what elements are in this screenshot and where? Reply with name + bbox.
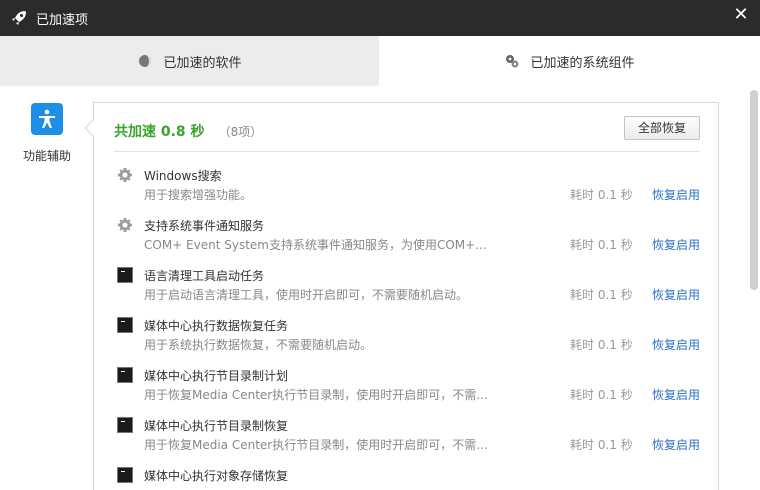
cmd-icon (117, 317, 133, 333)
title-bar: 已加速项 ✕ (0, 0, 760, 36)
restore-enable-link[interactable]: 恢复启用 (652, 436, 700, 453)
list-item: 媒体中心执行对象存储恢复 (94, 453, 718, 490)
item-name: 语言清理工具启动任务 (144, 269, 265, 283)
accelerated-items-panel: 共加速 0.8 秒 （8项） 全部恢复 Windows搜索 用于搜索增强功能。 … (84, 102, 719, 490)
item-name: 媒体中心执行数据恢复任务 (144, 319, 289, 333)
tab-accelerated-components[interactable]: 已加速的系统组件 (379, 36, 760, 86)
window-title: 已加速项 (36, 13, 89, 28)
item-time: 耗时 0.1 秒 (570, 388, 633, 402)
list-item: 媒体中心执行节目录制恢复 用于恢复Media Center执行节目录制，使用时开… (94, 403, 718, 453)
item-description: 用于恢复Media Center执行节目录制，使用时开启即可，不需... (144, 388, 488, 402)
cmd-icon (117, 267, 133, 283)
item-time: 耗时 0.1 秒 (570, 338, 633, 352)
components-icon (506, 55, 519, 68)
restore-all-button[interactable]: 全部恢复 (624, 116, 700, 140)
sidebar-item-accessibility[interactable]: 功能辅助 (18, 103, 76, 164)
summary-total: 共加速 0.8 秒 (114, 124, 205, 140)
list-item: 语言清理工具启动任务 用于启动语言清理工具，使用时开启即可，不需要随机启动。 耗… (94, 253, 718, 303)
scrollbar-thumb[interactable] (750, 90, 758, 290)
cmd-icon (117, 467, 133, 483)
item-description: COM+ Event System支持系统事件通知服务，为使用COM+... (144, 238, 487, 252)
item-time: 耗时 0.1 秒 (570, 238, 633, 252)
summary: 共加速 0.8 秒 （8项） (114, 121, 262, 141)
gear-icon (118, 168, 132, 182)
cmd-icon (117, 417, 133, 433)
sidebar-item-label: 功能辅助 (22, 149, 71, 163)
tab-bar: 已加速的软件 已加速的系统组件 (0, 36, 760, 86)
item-name: 媒体中心执行对象存储恢复 (144, 469, 289, 483)
list-item: 媒体中心执行数据恢复任务 用于系统执行数据恢复，不需要随机启动。 耗时 0.1 … (94, 303, 718, 353)
list-item: Windows搜索 用于搜索增强功能。 耗时 0.1 秒 恢复启用 (94, 153, 718, 203)
accessibility-icon (31, 103, 63, 135)
tab-label: 已加速的系统组件 (530, 55, 635, 71)
cmd-icon (117, 367, 133, 383)
rocket-icon (12, 11, 26, 25)
list-item: 媒体中心执行节目录制计划 用于恢复Media Center执行节目录制，使用时开… (94, 353, 718, 403)
restore-enable-link[interactable]: 恢复启用 (652, 386, 700, 403)
list-item: 支持系统事件通知服务 COM+ Event System支持系统事件通知服务，为… (94, 203, 718, 253)
item-description: 用于搜索增强功能。 (144, 188, 253, 202)
tab-accelerated-software[interactable]: 已加速的软件 (0, 36, 379, 86)
item-list: Windows搜索 用于搜索增强功能。 耗时 0.1 秒 恢复启用 支持系统事件… (94, 153, 718, 490)
restore-enable-link[interactable]: 恢复启用 (652, 236, 700, 253)
item-name: 媒体中心执行节目录制计划 (144, 369, 289, 383)
gear-icon (118, 218, 132, 232)
close-icon[interactable]: ✕ (730, 4, 752, 26)
tab-label: 已加速的软件 (163, 55, 242, 71)
item-name: Windows搜索 (144, 169, 222, 183)
summary-count: （8项） (218, 125, 263, 139)
restore-enable-link[interactable]: 恢复启用 (652, 186, 700, 203)
restore-enable-link[interactable]: 恢复启用 (652, 286, 700, 303)
item-description: 用于系统执行数据恢复，不需要随机启动。 (144, 338, 373, 352)
item-description: 用于启动语言清理工具，使用时开启即可，不需要随机启动。 (144, 288, 469, 302)
vertical-scrollbar[interactable] (748, 86, 760, 490)
restore-enable-link[interactable]: 恢复启用 (652, 336, 700, 353)
software-icon (139, 55, 152, 67)
item-time: 耗时 0.1 秒 (570, 288, 633, 302)
divider (114, 151, 700, 152)
item-time: 耗时 0.1 秒 (570, 188, 633, 202)
item-time: 耗时 0.1 秒 (570, 438, 633, 452)
item-name: 媒体中心执行节目录制恢复 (144, 419, 289, 433)
item-name: 支持系统事件通知服务 (144, 219, 265, 233)
item-description: 用于恢复Media Center执行节目录制，使用时开启即可，不需... (144, 438, 488, 452)
panel-pointer (84, 119, 102, 137)
